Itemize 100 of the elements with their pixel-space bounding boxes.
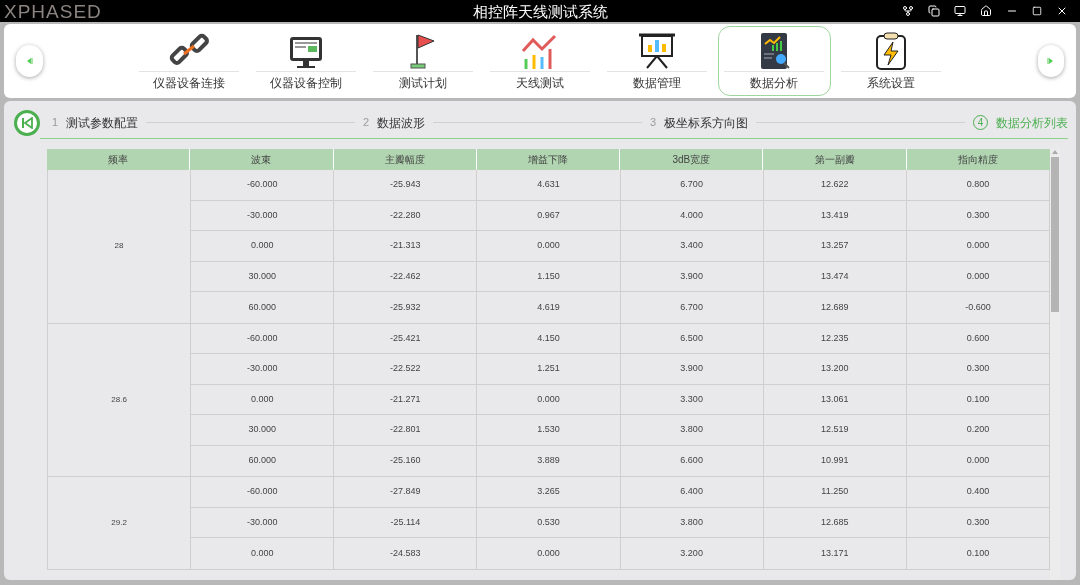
table-cell: 13.474 bbox=[763, 261, 907, 292]
table-cell: 60.000 bbox=[191, 292, 335, 323]
table-cell: -21.271 bbox=[334, 384, 478, 415]
copy-icon[interactable] bbox=[928, 5, 940, 17]
table-cell: 0.000 bbox=[477, 538, 621, 569]
table-cell: 13.419 bbox=[763, 200, 907, 231]
table-cell: 4.150 bbox=[477, 323, 621, 354]
column-header: 第一副瓣 bbox=[763, 149, 907, 170]
table-cell: 0.600 bbox=[906, 323, 1050, 354]
column-header: 指向精度 bbox=[957, 153, 1000, 167]
table-cell: 6.700 bbox=[620, 292, 764, 323]
table-cell: -22.280 bbox=[334, 200, 478, 231]
column-header: 波束 bbox=[190, 149, 334, 170]
window-title: 相控阵天线测试系统 bbox=[471, 3, 609, 19]
table-cell: 0.000 bbox=[191, 231, 335, 262]
table-cell: 1.150 bbox=[477, 261, 621, 292]
table-cell: 3.889 bbox=[477, 445, 621, 476]
table-cell: 0.000 bbox=[906, 231, 1050, 262]
table-cell: 13.257 bbox=[763, 231, 907, 262]
nav-tab[interactable]: 系统设置 bbox=[834, 26, 948, 96]
skip-back-icon bbox=[21, 117, 33, 129]
table-cell: 4.619 bbox=[477, 292, 621, 323]
table-cell: 3.800 bbox=[620, 507, 764, 538]
table-cell: 3.400 bbox=[620, 231, 764, 262]
close-icon[interactable] bbox=[1056, 5, 1068, 17]
column-header: 3dB宽度 bbox=[620, 149, 764, 170]
nav-tab[interactable]: 测试计划 bbox=[366, 26, 480, 96]
table-cell: 28 bbox=[48, 170, 192, 323]
table-cell: 30.000 bbox=[191, 415, 335, 446]
table-cell: 0.967 bbox=[477, 200, 621, 231]
table-cell: 1.530 bbox=[477, 415, 621, 446]
table-cell: -27.849 bbox=[334, 477, 478, 508]
table-cell: 0.000 bbox=[906, 445, 1050, 476]
nav-tab[interactable]: 天线测试 bbox=[483, 26, 597, 96]
home-icon[interactable] bbox=[980, 5, 992, 17]
table-cell: 4.000 bbox=[620, 200, 764, 231]
step-tab[interactable]: 2 数据波形 bbox=[363, 113, 426, 132]
table-cell: -22.462 bbox=[334, 261, 478, 292]
table-cell: 13.200 bbox=[763, 354, 907, 385]
table-cell: 0.000 bbox=[477, 384, 621, 415]
table-cell: -25.421 bbox=[334, 323, 478, 354]
table-cell: 6.600 bbox=[620, 445, 764, 476]
table-cell: 12.519 bbox=[763, 415, 907, 446]
step-tab[interactable]: 1 测试参数配置 bbox=[52, 113, 139, 132]
table-cell: -60.000 bbox=[191, 323, 335, 354]
table-cell: 3.200 bbox=[620, 538, 764, 569]
table-cell: 0.530 bbox=[477, 507, 621, 538]
nav-tab[interactable]: 数据分析 bbox=[717, 26, 831, 96]
table-cell: 0.000 bbox=[191, 538, 335, 569]
table-cell: 60.000 bbox=[191, 445, 335, 476]
table-cell: 12.235 bbox=[763, 323, 907, 354]
table-cell: 13.171 bbox=[763, 538, 907, 569]
table-cell: 3.900 bbox=[620, 354, 764, 385]
table-cell: 0.000 bbox=[191, 384, 335, 415]
table-cell: 12.622 bbox=[763, 170, 907, 201]
table-cell: 12.689 bbox=[763, 292, 907, 323]
column-header: 增益下降 bbox=[476, 149, 621, 170]
table-cell: -25.932 bbox=[334, 292, 478, 323]
table-cell: -0.600 bbox=[906, 292, 1050, 323]
table-cell: 0.400 bbox=[906, 477, 1050, 508]
column-header: 主瓣幅度 bbox=[333, 149, 477, 170]
nav-tab[interactable]: 仪器设备控制 bbox=[249, 26, 363, 96]
table-cell: 3.300 bbox=[620, 384, 764, 415]
table-cell: -25.943 bbox=[334, 170, 478, 201]
table-cell: 6.500 bbox=[620, 323, 764, 354]
table-cell: 4.631 bbox=[477, 170, 621, 201]
table-cell: -60.000 bbox=[191, 170, 335, 201]
table-cell: -30.000 bbox=[191, 354, 335, 385]
table-cell: 1.251 bbox=[477, 354, 621, 385]
back-button[interactable] bbox=[14, 110, 40, 136]
nav-tab[interactable]: 数据管理 bbox=[600, 26, 714, 96]
table-cell: 0.200 bbox=[906, 415, 1050, 446]
step-tab[interactable]: 3 极坐标系方向图 bbox=[650, 113, 749, 132]
table-cell: -30.000 bbox=[191, 200, 335, 231]
table-cell: -25.160 bbox=[334, 445, 478, 476]
table-cell: 11.250 bbox=[763, 477, 907, 508]
table-cell: -22.522 bbox=[334, 354, 478, 385]
table-cell: 0.300 bbox=[906, 507, 1050, 538]
table-cell: 3.900 bbox=[620, 261, 764, 292]
table-cell: 0.800 bbox=[906, 170, 1050, 201]
table-cell: 29.2 bbox=[48, 477, 192, 569]
table-cell: 0.300 bbox=[906, 354, 1050, 385]
table-cell: 10.991 bbox=[763, 445, 907, 476]
table-cell: -25.114 bbox=[334, 507, 478, 538]
branch-icon[interactable] bbox=[902, 5, 914, 17]
table-cell: 3.800 bbox=[620, 415, 764, 446]
table-cell: 6.400 bbox=[620, 477, 764, 508]
table-cell: -22.801 bbox=[334, 415, 478, 446]
monitor-icon[interactable] bbox=[954, 5, 966, 17]
table-cell: 30.000 bbox=[191, 261, 335, 292]
nav-tab[interactable]: 仪器设备连接 bbox=[132, 26, 246, 96]
table-cell: 0.000 bbox=[477, 231, 621, 262]
table-cell: -24.583 bbox=[334, 538, 478, 569]
app-logo: XPHASED bbox=[4, 1, 103, 21]
table-cell: -30.000 bbox=[191, 507, 335, 538]
table-cell: 28.6 bbox=[48, 323, 192, 476]
scrollbar-thumb[interactable] bbox=[1051, 157, 1059, 312]
table-cell: 0.000 bbox=[906, 261, 1050, 292]
maximize-icon[interactable] bbox=[1032, 6, 1042, 16]
right-arrow-icon bbox=[1046, 57, 1055, 65]
